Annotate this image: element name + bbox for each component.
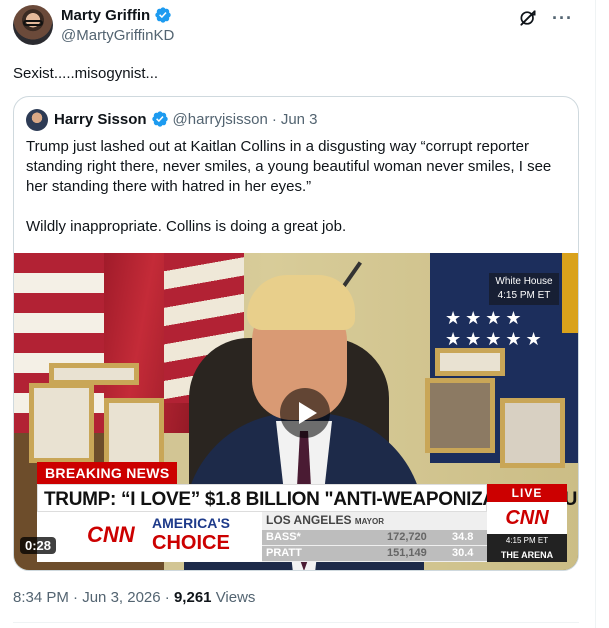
quoted-paragraph-2: Wildly inappropriate. Collins is doing a… <box>26 218 347 235</box>
quoted-author-row: Harry Sisson @harryjsisson · Jun 3 <box>54 110 318 128</box>
photo-frame <box>425 378 495 453</box>
quoted-separator: · <box>271 110 277 128</box>
program-title: AMERICA'S CHOICE <box>152 515 242 559</box>
video-gold-flag <box>562 253 578 333</box>
author-handle[interactable]: @MartyGriffinKD <box>61 27 174 44</box>
video-person-hair <box>247 275 355 330</box>
quoted-paragraph-1: Trump just lashed out at Kaitlan Collins… <box>26 138 552 195</box>
candidate-name: BASS* <box>266 531 301 543</box>
corner-time: 4:15 PM ET <box>487 534 567 548</box>
video-frames-right <box>425 348 575 468</box>
tweet-meta: 8:34 PM · Jun 3, 2026 · 9,261 Views <box>13 589 255 606</box>
candidate-votes: 172,720 <box>387 531 427 543</box>
photo-frame <box>435 348 505 376</box>
cnn-corner-logo: CNN <box>487 502 567 534</box>
election-title: LOS ANGELES MAYOR <box>266 513 384 527</box>
views-count[interactable]: 9,261 <box>174 589 212 606</box>
election-results: LOS ANGELES MAYOR BASS* 172,720 34.8 PRA… <box>262 512 487 562</box>
tweet-date[interactable]: Jun 3, 2026 <box>82 589 160 606</box>
video-player[interactable]: ★★★★ ★★★★★ White House 4:15 PM ET BREAKI… <box>14 253 578 570</box>
quoted-text: Trump just lashed out at Kaitlan Collins… <box>26 137 571 237</box>
chyron-headline-bar: TRUMP: “I LOVE” $1.8 BILLION "ANTI-WEAPO… <box>37 484 578 512</box>
quoted-author-avatar[interactable] <box>26 109 48 131</box>
video-flag-stars: ★★★★ ★★★★★ <box>445 308 546 349</box>
quoted-date[interactable]: Jun 3 <box>281 111 318 128</box>
tweet-text: Sexist.....misogynist... <box>13 65 159 82</box>
verified-badge-icon <box>155 7 171 23</box>
photo-frame <box>49 363 139 385</box>
quoted-author-handle[interactable]: @harryjsisson <box>173 111 268 128</box>
badge-location: White House <box>495 276 553 287</box>
quoted-author-name[interactable]: Harry Sisson <box>54 111 147 128</box>
program-line-2: CHOICE <box>152 532 230 554</box>
program-line-1: AMERICA'S <box>152 515 230 531</box>
breaking-news-banner: BREAKING NEWS <box>37 462 178 484</box>
play-icon[interactable] <box>280 388 330 438</box>
tweet-time[interactable]: 8:34 PM <box>13 589 69 606</box>
views-label: Views <box>215 589 256 606</box>
cnn-logo: CNN <box>87 522 135 547</box>
verified-badge-icon <box>151 111 168 127</box>
live-tag: LIVE <box>487 484 567 502</box>
candidate-percent: 34.8 <box>452 531 474 543</box>
election-city: LOS ANGELES <box>266 513 352 527</box>
tweet-actions-top: ··· <box>518 8 573 28</box>
photo-frame <box>29 383 94 463</box>
corner-show: THE ARENA <box>487 548 567 562</box>
badge-time: 4:15 PM ET <box>497 290 551 301</box>
election-row: BASS* 172,720 34.8 <box>262 530 487 545</box>
video-frames-left <box>29 363 169 473</box>
white-house-badge: White House 4:15 PM ET <box>489 273 559 305</box>
more-icon[interactable]: ··· <box>552 9 573 27</box>
meta-separator: · <box>73 589 79 606</box>
election-office: MAYOR <box>354 517 384 526</box>
meta-separator: · <box>164 589 170 606</box>
avatar-glasses <box>23 20 43 26</box>
election-row: PRATT 151,149 30.4 <box>262 546 487 561</box>
photo-frame <box>104 398 164 468</box>
author-name-row: Marty Griffin <box>61 6 172 24</box>
tweet-article: Marty Griffin @MartyGriffinKD ··· Sexist… <box>0 0 596 628</box>
photo-frame <box>500 398 565 468</box>
cnn-corner-logo-text: CNN <box>505 506 549 529</box>
bottom-divider <box>13 622 579 623</box>
candidate-name: PRATT <box>266 547 302 559</box>
chyron-lower-bar: CNN AMERICA'S CHOICE LOS ANGELES MAYOR B… <box>37 512 487 562</box>
grok-icon[interactable] <box>518 8 538 28</box>
video-duration: 0:28 <box>20 537 57 554</box>
author-display-name[interactable]: Marty Griffin <box>61 7 150 24</box>
quoted-tweet[interactable]: Harry Sisson @harryjsisson · Jun 3 Trump… <box>13 96 579 571</box>
author-avatar[interactable] <box>13 5 53 45</box>
candidate-votes: 151,149 <box>387 547 427 559</box>
candidate-percent: 30.4 <box>452 547 474 559</box>
